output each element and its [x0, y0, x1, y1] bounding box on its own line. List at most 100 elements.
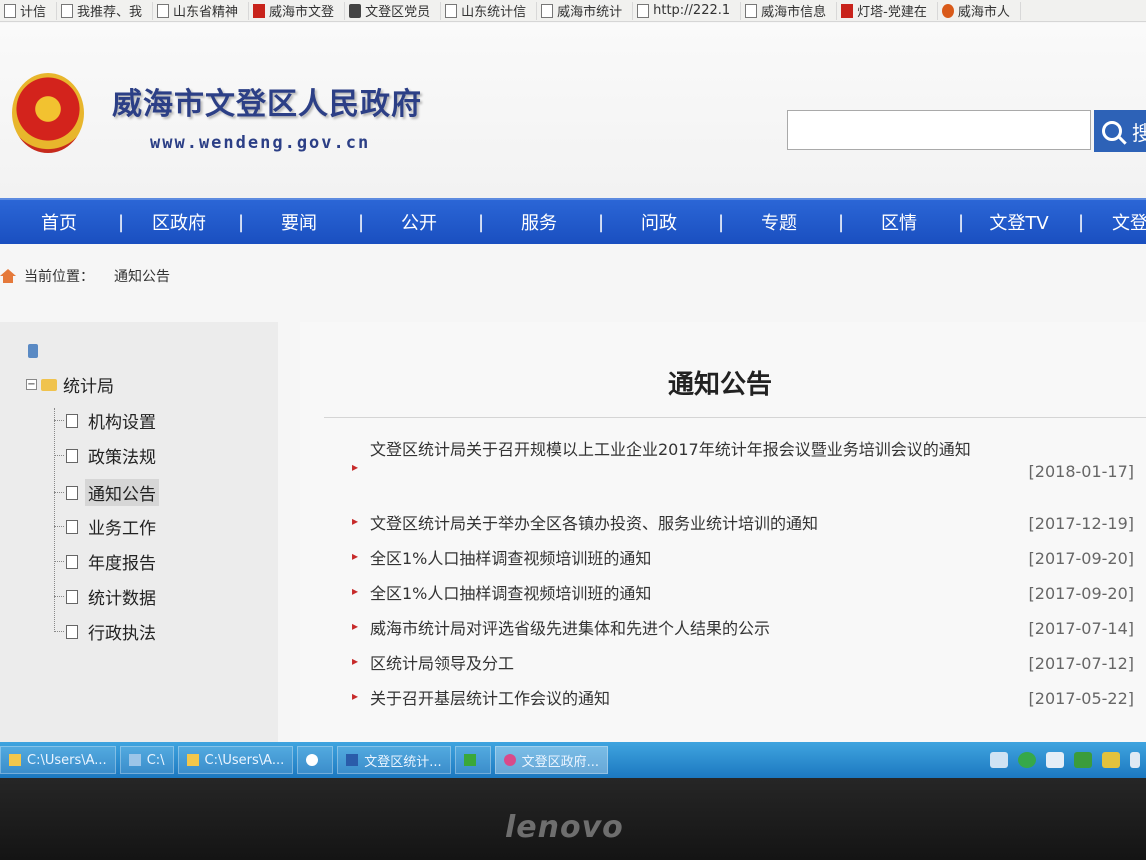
notice-item[interactable]: ▸ 文登区统计局关于举办全区各镇办投资、服务业统计培训的通知 [2017-12-…	[352, 508, 1146, 540]
page-icon	[541, 3, 554, 18]
nav-disclosure[interactable]: 公开	[360, 209, 478, 235]
page-icon	[445, 3, 458, 18]
notice-title[interactable]: 关于召开基层统计工作会议的通知	[370, 683, 1020, 715]
keyboard-icon[interactable]	[990, 752, 1008, 768]
page-icon	[745, 3, 758, 18]
taskbar: C:\Users\A... C:\ C:\Users\A... 文登区统计...…	[0, 742, 1146, 778]
party-emblem-icon	[253, 3, 266, 18]
document-icon	[66, 448, 78, 463]
tree-folder-statistics-bureau[interactable]: − 统计局	[26, 372, 114, 397]
battery-icon[interactable]	[1130, 752, 1140, 768]
bookmark-3[interactable]: 山东省精神	[153, 1, 250, 20]
bullet-arrow-icon: ▸	[352, 584, 359, 598]
bookmark-1[interactable]: 计信	[0, 1, 58, 20]
notice-item[interactable]: ▸ 关于召开基层统计工作会议的通知 [2017-05-22]	[352, 683, 1146, 715]
taskbar-browser-window[interactable]: 文登区政府...	[494, 746, 609, 774]
cube-icon[interactable]	[1046, 752, 1064, 768]
document-icon	[66, 554, 78, 569]
play-icon[interactable]	[1018, 752, 1036, 768]
network-icon[interactable]	[1074, 752, 1092, 768]
folder-icon	[9, 754, 21, 766]
notice-item[interactable]: ▸ 文登区统计局关于召开规模以上工业企业2017年统计年报会议暨业务培训会议的通…	[352, 434, 1146, 500]
chrome-icon	[503, 754, 516, 766]
notice-title[interactable]: 全区1%人口抽样调查视频培训班的通知	[370, 543, 1020, 575]
bullet-arrow-icon: ▸	[352, 689, 359, 703]
tree-branch	[54, 631, 64, 632]
divider	[324, 417, 1146, 418]
nav-wendeng-tv[interactable]: 文登TV	[960, 209, 1078, 235]
edit-icon	[349, 3, 362, 18]
taskbar-browser-icon[interactable]	[297, 746, 334, 774]
nav-wendeng-more[interactable]: 文登大	[1080, 209, 1146, 235]
bullet-arrow-icon: ▸	[352, 549, 359, 563]
tree-branch	[54, 492, 64, 493]
bookmark-2[interactable]: 我推荐、我	[57, 1, 154, 20]
search-input[interactable]	[787, 110, 1091, 150]
bookmark-8[interactable]: http://222.1	[633, 1, 742, 20]
breadcrumb-current[interactable]: 通知公告	[114, 266, 170, 286]
bookmark-10[interactable]: 灯塔-党建在	[837, 1, 938, 20]
bookmark-9[interactable]: 威海市信息	[741, 1, 838, 20]
bullet-arrow-icon: ▸	[352, 514, 359, 528]
sidebar-item-organization[interactable]: 机构设置	[54, 408, 156, 433]
main-content: 通知公告 ▸ 文登区统计局关于召开规模以上工业企业2017年统计年报会议暨业务培…	[300, 322, 1146, 742]
notice-title[interactable]: 全区1%人口抽样调查视频培训班的通知	[370, 578, 1020, 610]
notice-title[interactable]: 文登区统计局关于召开规模以上工业企业2017年统计年报会议暨业务培训会议的通知	[370, 434, 1020, 466]
bookmark-4[interactable]: 威海市文登	[249, 1, 346, 20]
notice-title[interactable]: 文登区统计局关于举办全区各镇办投资、服务业统计培训的通知	[370, 508, 1020, 540]
taskbar-word-doc[interactable]: 文登区统计...	[337, 746, 451, 774]
bullet-arrow-icon: ▸	[352, 654, 359, 668]
sidebar-item-statistics-data[interactable]: 统计数据	[54, 584, 156, 609]
page-icon	[637, 3, 650, 18]
notice-item[interactable]: ▸ 威海市统计局对评选省级先进集体和先进个人结果的公示 [2017-07-14]	[352, 613, 1146, 645]
notice-item[interactable]: ▸ 全区1%人口抽样调查视频培训班的通知 [2017-09-20]	[352, 543, 1146, 575]
taskbar-explorer-1[interactable]: C:\Users\A...	[0, 746, 116, 774]
notice-date: [2018-01-17]	[1028, 462, 1134, 481]
nav-news[interactable]: 要闻	[240, 209, 358, 235]
app-icon	[463, 754, 476, 766]
folder-open-icon	[41, 378, 57, 391]
notice-item[interactable]: ▸ 全区1%人口抽样调查视频培训班的通知 [2017-09-20]	[352, 578, 1146, 610]
taskbar-app-green[interactable]	[454, 746, 491, 774]
nav-topics[interactable]: 专题	[720, 209, 838, 235]
site-header: 威海市文登区人民政府 www.wendeng.gov.cn 搜	[0, 23, 1146, 198]
document-icon	[66, 485, 78, 500]
bookmark-6[interactable]: 山东统计信	[441, 1, 538, 20]
notice-title[interactable]: 威海市统计局对评选省级先进集体和先进个人结果的公示	[370, 613, 1020, 645]
sidebar-item-notices[interactable]: 通知公告	[54, 479, 159, 506]
nav-government[interactable]: 区政府	[120, 209, 238, 235]
notice-date: [2017-09-20]	[1028, 549, 1134, 568]
monitor-brand-logo: lenovo	[505, 810, 624, 845]
drive-icon	[128, 754, 141, 766]
nav-inquiry[interactable]: 问政	[600, 209, 718, 235]
sidebar-item-business[interactable]: 业务工作	[54, 514, 156, 539]
site-url: www.wendeng.gov.cn	[150, 133, 371, 153]
taskbar-explorer-3[interactable]: C:\Users\A...	[177, 746, 294, 774]
nav-home[interactable]: 首页	[0, 209, 118, 235]
sidebar-item-enforcement[interactable]: 行政执法	[54, 619, 156, 644]
home-icon[interactable]	[0, 269, 16, 283]
notice-item[interactable]: ▸ 区统计局领导及分工 [2017-07-12]	[352, 648, 1146, 680]
nav-district-info[interactable]: 区情	[840, 209, 958, 235]
shield-icon[interactable]	[1102, 752, 1120, 768]
tree-branch	[54, 526, 64, 527]
tree-branch	[54, 596, 64, 597]
notice-title[interactable]: 区统计局领导及分工	[370, 648, 1020, 680]
lighthouse-icon	[841, 3, 854, 18]
page-icon	[157, 3, 170, 18]
bullet-arrow-icon: ▸	[352, 460, 359, 474]
nav-services[interactable]: 服务	[480, 209, 598, 235]
site-title[interactable]: 威海市文登区人民政府	[112, 79, 422, 123]
search-button[interactable]: 搜	[1094, 110, 1146, 152]
bookmark-5[interactable]: 文登区党员	[345, 1, 442, 20]
taskbar-explorer-2[interactable]: C:\	[119, 746, 174, 774]
bookmark-7[interactable]: 威海市统计	[537, 1, 634, 20]
tree-branch	[54, 561, 64, 562]
bookmark-11[interactable]: 威海市人	[938, 1, 1021, 20]
word-icon	[346, 754, 359, 766]
search-button-label: 搜	[1132, 120, 1146, 145]
sidebar-item-policies[interactable]: 政策法规	[54, 443, 156, 468]
collapse-icon[interactable]: −	[26, 379, 37, 390]
browser-icon	[306, 754, 319, 766]
sidebar-item-annual-report[interactable]: 年度报告	[54, 549, 156, 574]
